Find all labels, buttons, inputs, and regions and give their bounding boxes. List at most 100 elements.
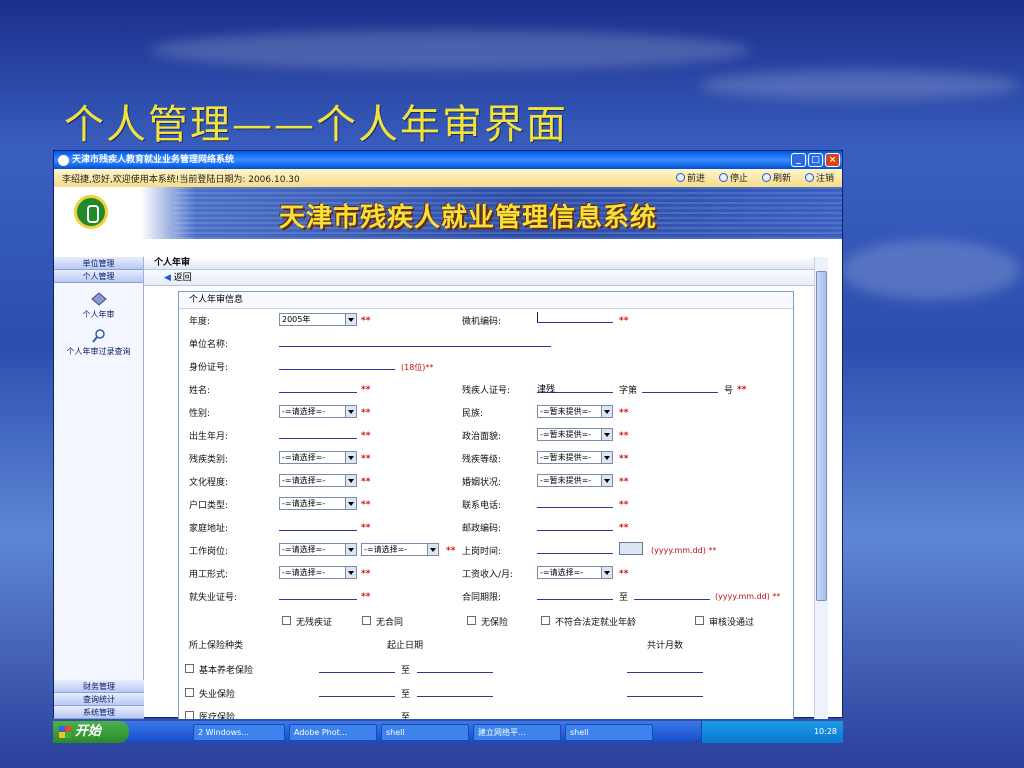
sidebar-tab-personal[interactable]: 个人管理	[54, 270, 143, 283]
close-button[interactable]: ×	[825, 153, 840, 167]
task-photoshop[interactable]: Adobe Phot...	[289, 723, 377, 741]
required-mark: **	[619, 408, 629, 418]
gender-select[interactable]: -=请选择=-	[279, 405, 357, 418]
app-window: 天津市残疾人教育就业业务管理网络系统 _ □ × 李绍捷,您好,欢迎使用本系统!…	[53, 150, 843, 719]
cert-number-input[interactable]	[642, 382, 718, 393]
chevron-down-icon	[601, 567, 612, 578]
salary-select[interactable]: -=请选择=-	[537, 566, 613, 579]
education-select[interactable]: -=请选择=-	[279, 474, 357, 487]
cert-prefix-input[interactable]: 津残	[537, 382, 613, 395]
medical-insurance-checkbox[interactable]	[185, 711, 194, 719]
pension-end-input[interactable]	[417, 662, 493, 673]
disability-level-select-value: -=暂未提供=-	[540, 453, 592, 462]
address-input[interactable]	[279, 520, 357, 531]
disability-level-label: 残疾等级:	[462, 455, 502, 465]
required-mark: **	[619, 523, 629, 533]
position-label: 工作岗位:	[189, 547, 229, 557]
unemployment-start-input[interactable]	[319, 686, 395, 697]
hukou-select[interactable]: -=请选择=-	[279, 497, 357, 510]
task-shell-2[interactable]: shell	[565, 723, 653, 741]
year-select-value: 2005年	[282, 315, 311, 324]
id-input[interactable]	[279, 359, 395, 370]
no-insurance-checkbox[interactable]	[467, 616, 476, 625]
illegal-age-checkbox[interactable]	[541, 616, 550, 625]
task-windows[interactable]: 2 Windows...	[193, 723, 285, 741]
stop-icon	[718, 173, 728, 182]
politics-select[interactable]: -=暂未提供=-	[537, 428, 613, 441]
review-failed-checkbox[interactable]	[695, 616, 704, 625]
medical-end-input[interactable]	[417, 709, 493, 719]
unit-name-label: 单位名称:	[189, 340, 229, 350]
chevron-down-icon	[345, 406, 356, 417]
unit-name-input[interactable]	[279, 336, 551, 347]
back-link[interactable]: 返回	[174, 273, 192, 283]
scrollbar-thumb[interactable]	[816, 271, 827, 601]
cert-number-suffix: 号	[724, 386, 734, 396]
calendar-icon[interactable]	[619, 542, 643, 555]
forward-link[interactable]: 前进	[675, 171, 705, 184]
no-disability-cert-checkbox[interactable]	[282, 616, 291, 625]
back-arrow-icon[interactable]: ◀	[164, 273, 171, 283]
sidebar-item-label: 个人年审过录查询	[66, 347, 131, 356]
pension-insurance-checkbox[interactable]	[185, 664, 194, 673]
start-time-label: 上岗时间:	[462, 547, 502, 557]
politics-label: 政治面貌:	[462, 432, 502, 442]
no-contract-checkbox[interactable]	[362, 616, 371, 625]
medical-start-input[interactable]	[319, 709, 395, 719]
unemployment-end-input[interactable]	[417, 686, 493, 697]
chevron-down-icon	[601, 406, 612, 417]
start-button[interactable]: 开始	[53, 721, 129, 743]
pension-months-input[interactable]	[627, 662, 703, 673]
sidebar-tab-unit[interactable]: 单位管理	[54, 257, 143, 270]
refresh-link[interactable]: 刷新	[761, 171, 791, 184]
maximize-button[interactable]: □	[808, 153, 823, 167]
chevron-down-icon	[345, 452, 356, 463]
vertical-scrollbar[interactable]	[814, 257, 828, 719]
position-select-2[interactable]: -=请选择=-	[361, 543, 439, 556]
position-select-1[interactable]: -=请选择=-	[279, 543, 357, 556]
system-banner: 天津市残疾人就业管理信息系统	[54, 187, 842, 239]
stop-link[interactable]: 停止	[718, 171, 748, 184]
refresh-icon	[761, 173, 771, 182]
ethnicity-select[interactable]: -=暂未提供=-	[537, 405, 613, 418]
postcode-input[interactable]	[537, 520, 613, 531]
unemployment-months-input[interactable]	[627, 686, 703, 697]
year-label: 年度:	[189, 317, 211, 327]
employment-form-select[interactable]: -=请选择=-	[279, 566, 357, 579]
unemployment-insurance-checkbox[interactable]	[185, 688, 194, 697]
marital-label: 婚姻状况:	[462, 478, 502, 488]
pension-insurance-label: 基本养老保险	[199, 666, 254, 676]
birth-input[interactable]	[279, 428, 357, 439]
year-select[interactable]: 2005年	[279, 313, 357, 326]
to-text: 至	[401, 713, 411, 719]
cert-prefix-value: 津残	[537, 385, 556, 395]
pension-start-input[interactable]	[319, 662, 395, 673]
disability-type-select[interactable]: -=请选择=-	[279, 451, 357, 464]
unemployment-cert-input[interactable]	[279, 589, 357, 600]
medical-months-input[interactable]	[627, 709, 703, 719]
task-shell-1[interactable]: shell	[381, 723, 469, 741]
name-input[interactable]	[279, 382, 357, 393]
contract-end-input[interactable]	[634, 589, 710, 600]
start-time-input[interactable]	[537, 543, 613, 554]
contract-start-input[interactable]	[537, 589, 613, 600]
minimize-button[interactable]: _	[791, 153, 806, 167]
start-time-hint: (yyyy.mm.dd) **	[651, 546, 717, 555]
system-tray: 10:28	[701, 721, 843, 743]
required-mark: **	[737, 385, 747, 395]
sidebar-tab-system[interactable]: 系统管理	[54, 706, 144, 719]
window-titlebar[interactable]: 天津市残疾人教育就业业务管理网络系统 _ □ ×	[54, 151, 842, 169]
sidebar-tab-finance[interactable]: 财务管理	[54, 680, 144, 693]
phone-input[interactable]	[537, 497, 613, 508]
machine-code-input[interactable]	[537, 312, 613, 323]
task-network-platform[interactable]: 建立网络平...	[473, 723, 561, 741]
slide-title: 个人管理——个人年审界面	[64, 102, 568, 148]
form-title: 个人年审信息	[179, 292, 793, 309]
sidebar-item-annual-review[interactable]: 个人年审	[54, 291, 143, 320]
sidebar-item-review-query[interactable]: 个人年审过录查询	[54, 328, 143, 357]
sidebar-tab-query[interactable]: 查询统计	[54, 693, 144, 706]
logout-link[interactable]: 注销	[804, 171, 834, 184]
marital-select[interactable]: -=暂未提供=-	[537, 474, 613, 487]
disability-level-select[interactable]: -=暂未提供=-	[537, 451, 613, 464]
phone-label: 联系电话:	[462, 501, 502, 511]
